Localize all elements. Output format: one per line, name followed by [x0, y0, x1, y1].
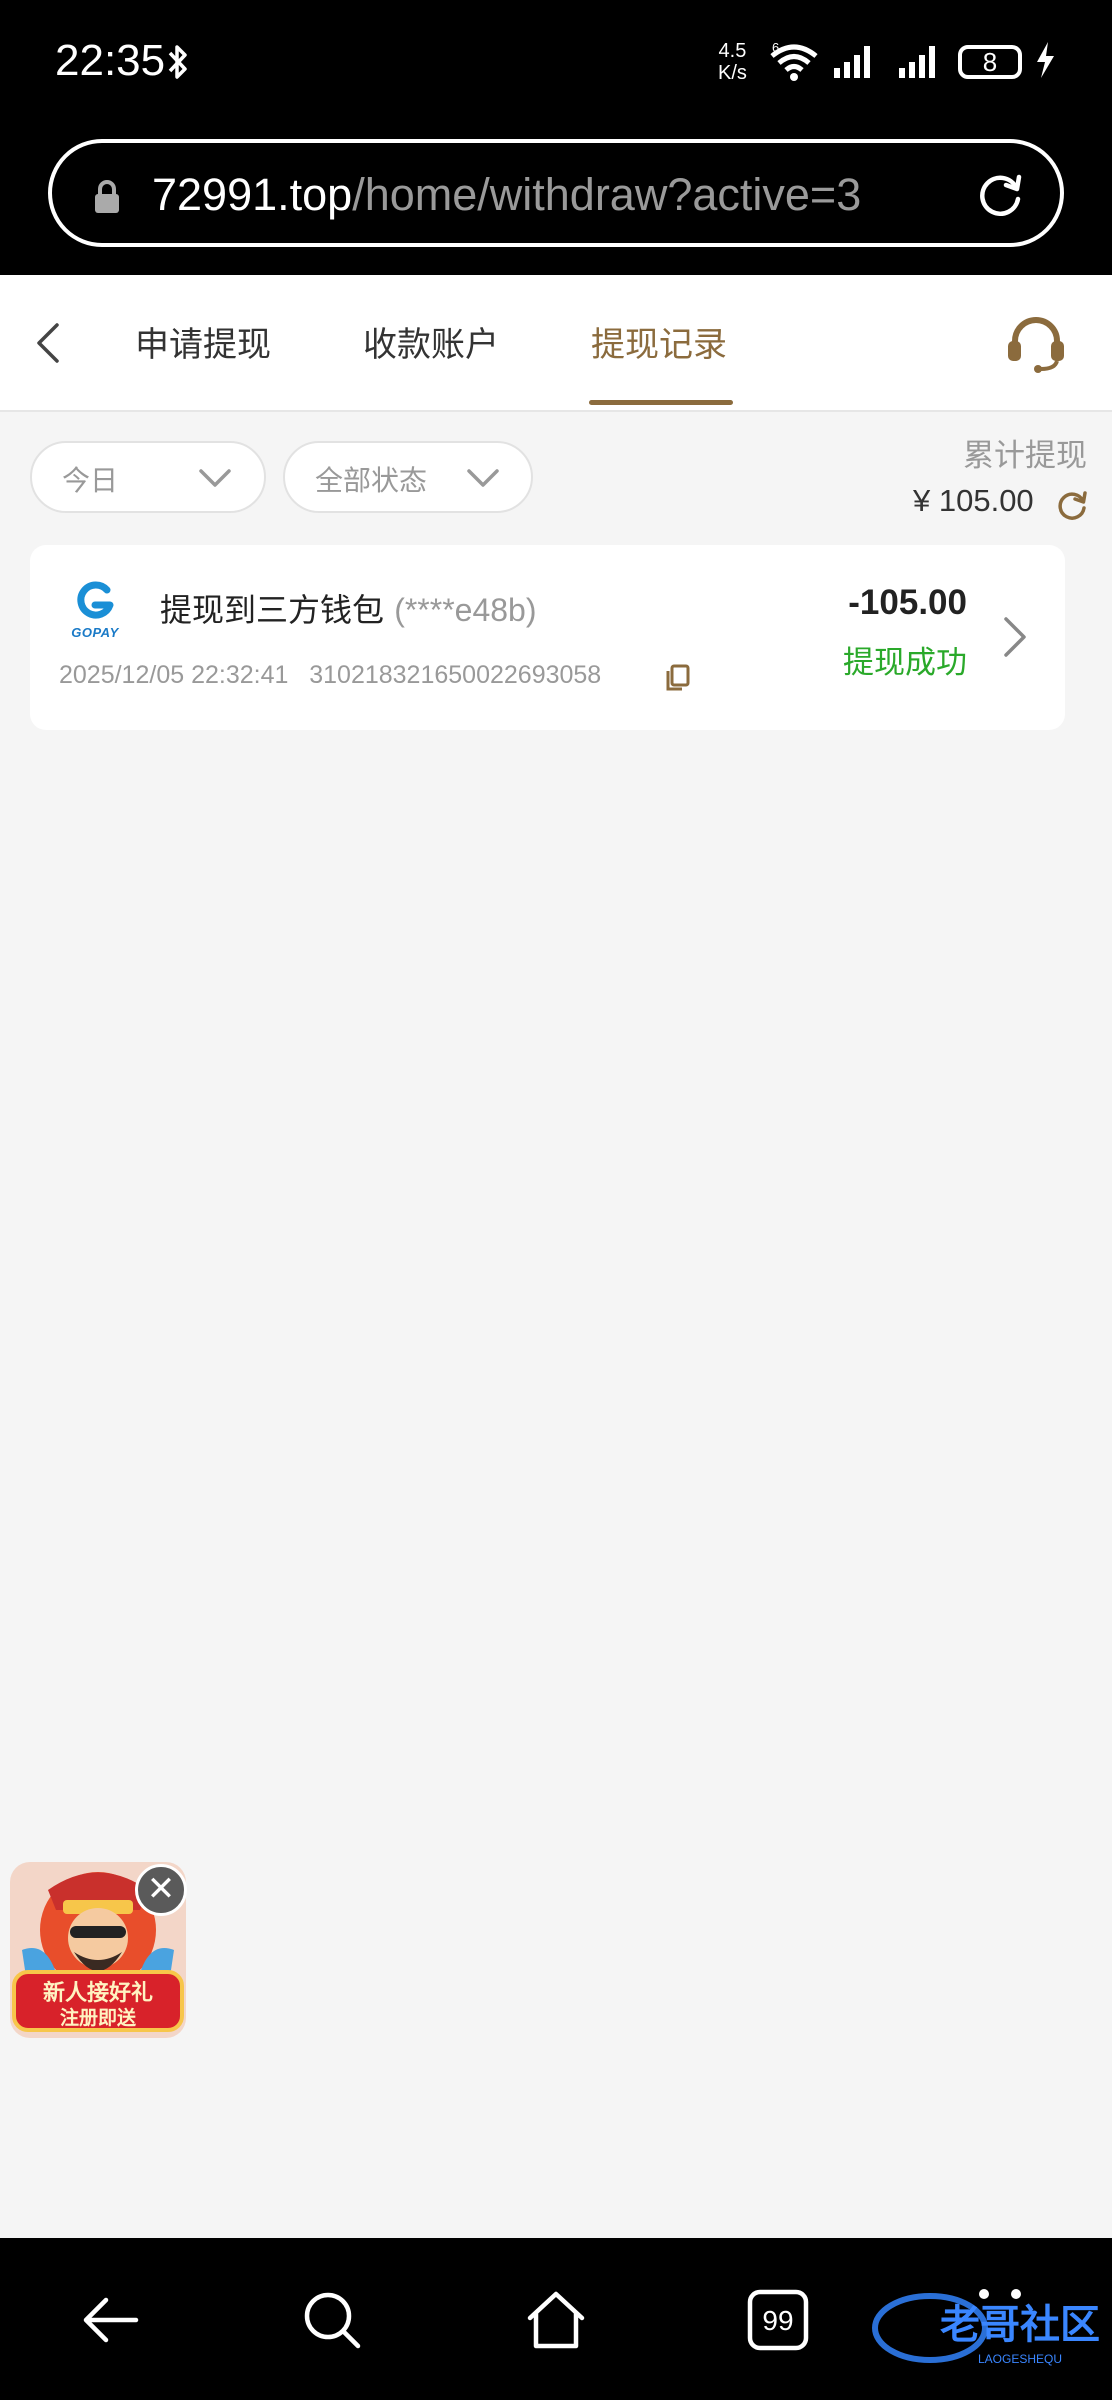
chevron-down-icon: [199, 469, 231, 487]
charging-icon: [1037, 42, 1054, 78]
record-datetime: 2025/12/05 22:32:41: [59, 661, 289, 689]
battery-icon: 8: [958, 45, 1022, 79]
record-meta: 2025/12/05 22:32:41 31021832165002269305…: [59, 661, 601, 690]
wifi-badge: 6: [772, 40, 779, 55]
record-status: 提现成功: [843, 645, 967, 681]
refresh-icon[interactable]: [1054, 487, 1090, 523]
total-withdraw-label: 累计提现: [963, 438, 1087, 474]
status-bar: 22:35 4.5 K/s 6 8: [0, 0, 1112, 125]
nav-home-icon[interactable]: [524, 2288, 588, 2352]
record-account: (****e48b): [394, 592, 537, 628]
lock-icon: [95, 180, 119, 213]
back-arrow-icon[interactable]: [30, 317, 66, 369]
active-tab-indicator: [589, 400, 733, 405]
tab-payee-accounts[interactable]: 收款账户: [363, 317, 499, 366]
browser-toolbar: 72991.top/home/withdraw?active=3: [0, 125, 1112, 275]
record-title-text: 提现到三方钱包: [160, 591, 385, 629]
nav-tabs-count: 99: [762, 2305, 793, 2336]
tab-withdraw-records[interactable]: 提现记录: [591, 317, 727, 366]
watermark-logo: 老哥社区 LAOGESHEQU: [872, 2293, 1100, 2366]
reload-icon[interactable]: [972, 167, 1028, 223]
gopay-logo: GOPAY: [65, 581, 125, 640]
promo-line2: 注册即送: [60, 2006, 137, 2029]
withdraw-record-card[interactable]: GOPAY 提现到三方钱包 (****e48b) 2025/12/05 22:3…: [30, 545, 1065, 730]
record-amount: -105.00: [848, 583, 967, 622]
nav-search-icon[interactable]: [300, 2288, 364, 2352]
url-text[interactable]: 72991.top/home/withdraw?active=3: [152, 169, 861, 221]
network-speed: 4.5 K/s: [718, 40, 747, 84]
date-filter-label: 今日: [62, 464, 119, 497]
watermark-text: 老哥社区: [940, 2302, 1100, 2348]
signal-icon-1: [834, 46, 870, 78]
chevron-down-icon: [467, 469, 499, 487]
promo-close-button[interactable]: ✕: [135, 1864, 187, 1916]
status-filter-label: 全部状态: [315, 464, 428, 497]
signal-icon-2: [899, 46, 935, 78]
record-order-no: 310218321650022693058: [309, 661, 602, 689]
nav-back-icon[interactable]: [78, 2288, 142, 2352]
status-filter-dropdown[interactable]: 全部状态: [283, 441, 533, 513]
date-filter-dropdown[interactable]: 今日: [30, 441, 266, 513]
gopay-logo-text: GOPAY: [71, 625, 119, 640]
nav-tabs-icon[interactable]: 99: [746, 2288, 810, 2352]
app-header: 申请提现 收款账户 提现记录: [0, 275, 1112, 412]
total-withdraw-amount: ¥ 105.00: [913, 483, 1034, 518]
copy-icon[interactable]: [663, 663, 691, 693]
record-title: 提现到三方钱包 (****e48b): [160, 585, 537, 631]
url-domain: 72991.top: [152, 169, 353, 220]
watermark-subtext: LAOGESHEQU: [978, 2352, 1062, 2366]
bluetooth-icon: [168, 45, 187, 79]
wifi-icon: 6: [770, 40, 818, 81]
status-time: 22:35: [55, 36, 166, 85]
customer-service-icon[interactable]: [1003, 313, 1069, 375]
tab-apply-withdraw[interactable]: 申请提现: [135, 317, 271, 366]
chevron-right-icon: [1004, 617, 1026, 657]
promo-line1: 新人接好礼: [43, 1980, 153, 2006]
address-bar[interactable]: 72991.top/home/withdraw?active=3: [48, 139, 1064, 247]
url-path: /home/withdraw?active=3: [352, 169, 862, 220]
system-nav-bar: 99 老哥社区 LAOGESHEQU: [0, 2238, 1112, 2400]
gopay-icon: [77, 581, 114, 619]
